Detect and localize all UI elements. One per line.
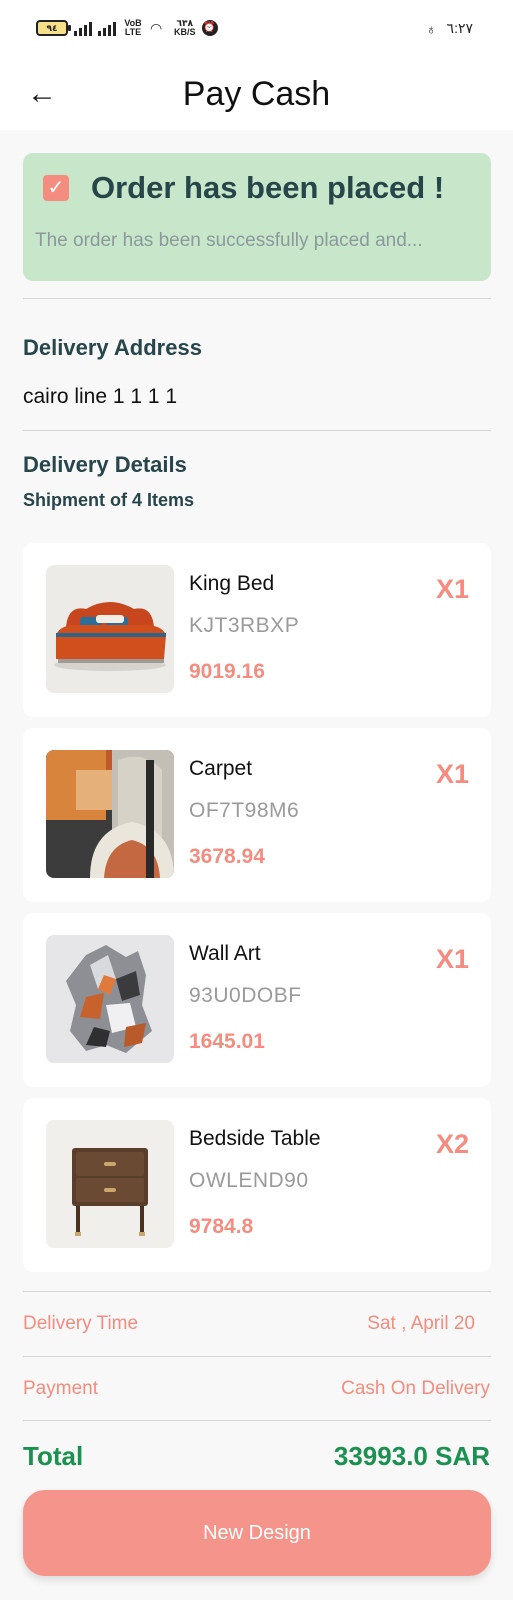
item-price: 1645.01 [189, 1030, 265, 1053]
item-quantity: X1 [435, 759, 469, 789]
delivery-time-value: Sat , April 20 [367, 1313, 475, 1334]
delivery-address-value: cairo line 1 1 1 1 [23, 385, 178, 408]
signal-icon-2 [98, 20, 116, 36]
bed-image [46, 565, 174, 693]
delivery-time-label: Delivery Time [23, 1313, 139, 1334]
checkbox-checked-icon: ✓ [43, 175, 69, 201]
order-item-card[interactable]: Wall Art 93U0DOBF 1645.01 X1 [23, 913, 491, 1087]
divider [23, 1291, 491, 1292]
item-quantity: X1 [435, 574, 469, 604]
delivery-address-heading: Delivery Address [23, 335, 202, 360]
item-price: 3678.94 [189, 845, 265, 868]
divider [23, 298, 491, 299]
divider [23, 430, 491, 431]
item-name: Wall Art [189, 942, 261, 965]
shipment-count: Shipment of 4 Items [23, 490, 195, 510]
pay-cash-screen: ٩٤ VoB LTE ◠ ٦٣٨ KB/S ⏰ ♁ ٦:٢٧ ← Pay Cas… [0, 0, 513, 1600]
wifi-icon: ◠ [150, 20, 163, 36]
divider [23, 1356, 491, 1357]
order-placed-banner: ✓ Order has been placed ! The order has … [23, 153, 491, 281]
network-label: VoB LTE [124, 18, 142, 37]
payment-label: Payment [23, 1378, 98, 1399]
item-name: King Bed [189, 572, 275, 595]
status-bar-left: ٩٤ VoB LTE ◠ ٦٣٨ KB/S ⏰ [36, 19, 218, 37]
speed-indicator: ٦٣٨ KB/S [174, 19, 196, 37]
total-label: Total [23, 1441, 84, 1471]
order-item-card[interactable]: Carpet OF7T98M6 3678.94 X1 [23, 728, 491, 902]
status-bar: ٩٤ VoB LTE ◠ ٦٣٨ KB/S ⏰ ♁ ٦:٢٧ [0, 0, 513, 58]
item-name: Bedside Table [189, 1127, 321, 1150]
order-item-card[interactable]: King Bed KJT3RBXP 9019.16 X1 [23, 543, 491, 717]
app-bar: ← Pay Cash [0, 58, 513, 130]
bedside-table-image [46, 1120, 174, 1248]
banner-subtitle: The order has been successfully placed a… [35, 230, 423, 251]
delivery-details-heading: Delivery Details [23, 452, 187, 477]
item-code: KJT3RBXP [189, 614, 300, 637]
status-bar-right: ♁ ٦:٢٧ [426, 20, 473, 37]
item-price: 9019.16 [189, 660, 265, 683]
new-design-button[interactable]: New Design [23, 1490, 491, 1576]
signal-icon [74, 20, 92, 36]
item-quantity: X2 [435, 1129, 469, 1159]
clock: ٦:٢٧ [446, 20, 473, 36]
payment-value: Cash On Delivery [341, 1378, 490, 1399]
carpet-image [46, 750, 174, 878]
alarm-icon: ⏰ [201, 20, 218, 36]
item-code: OWLEND90 [189, 1169, 309, 1192]
total-value: 33993.0 SAR [333, 1441, 490, 1471]
wall-art-image [46, 935, 174, 1063]
item-code: OF7T98M6 [189, 799, 300, 822]
speed-unit: KB/S [174, 27, 196, 37]
notification-icon: ♁ [426, 20, 437, 37]
item-name: Carpet [189, 757, 253, 780]
banner-title: Order has been placed ! [91, 170, 445, 205]
item-code: 93U0DOBF [189, 984, 302, 1007]
divider [23, 1420, 491, 1421]
item-quantity: X1 [435, 944, 469, 974]
item-price: 9784.8 [189, 1215, 254, 1238]
battery-icon: ٩٤ [36, 20, 71, 36]
order-item-card[interactable]: Bedside Table OWLEND90 9784.8 X2 [23, 1098, 491, 1272]
page-title: Pay Cash [182, 75, 331, 113]
